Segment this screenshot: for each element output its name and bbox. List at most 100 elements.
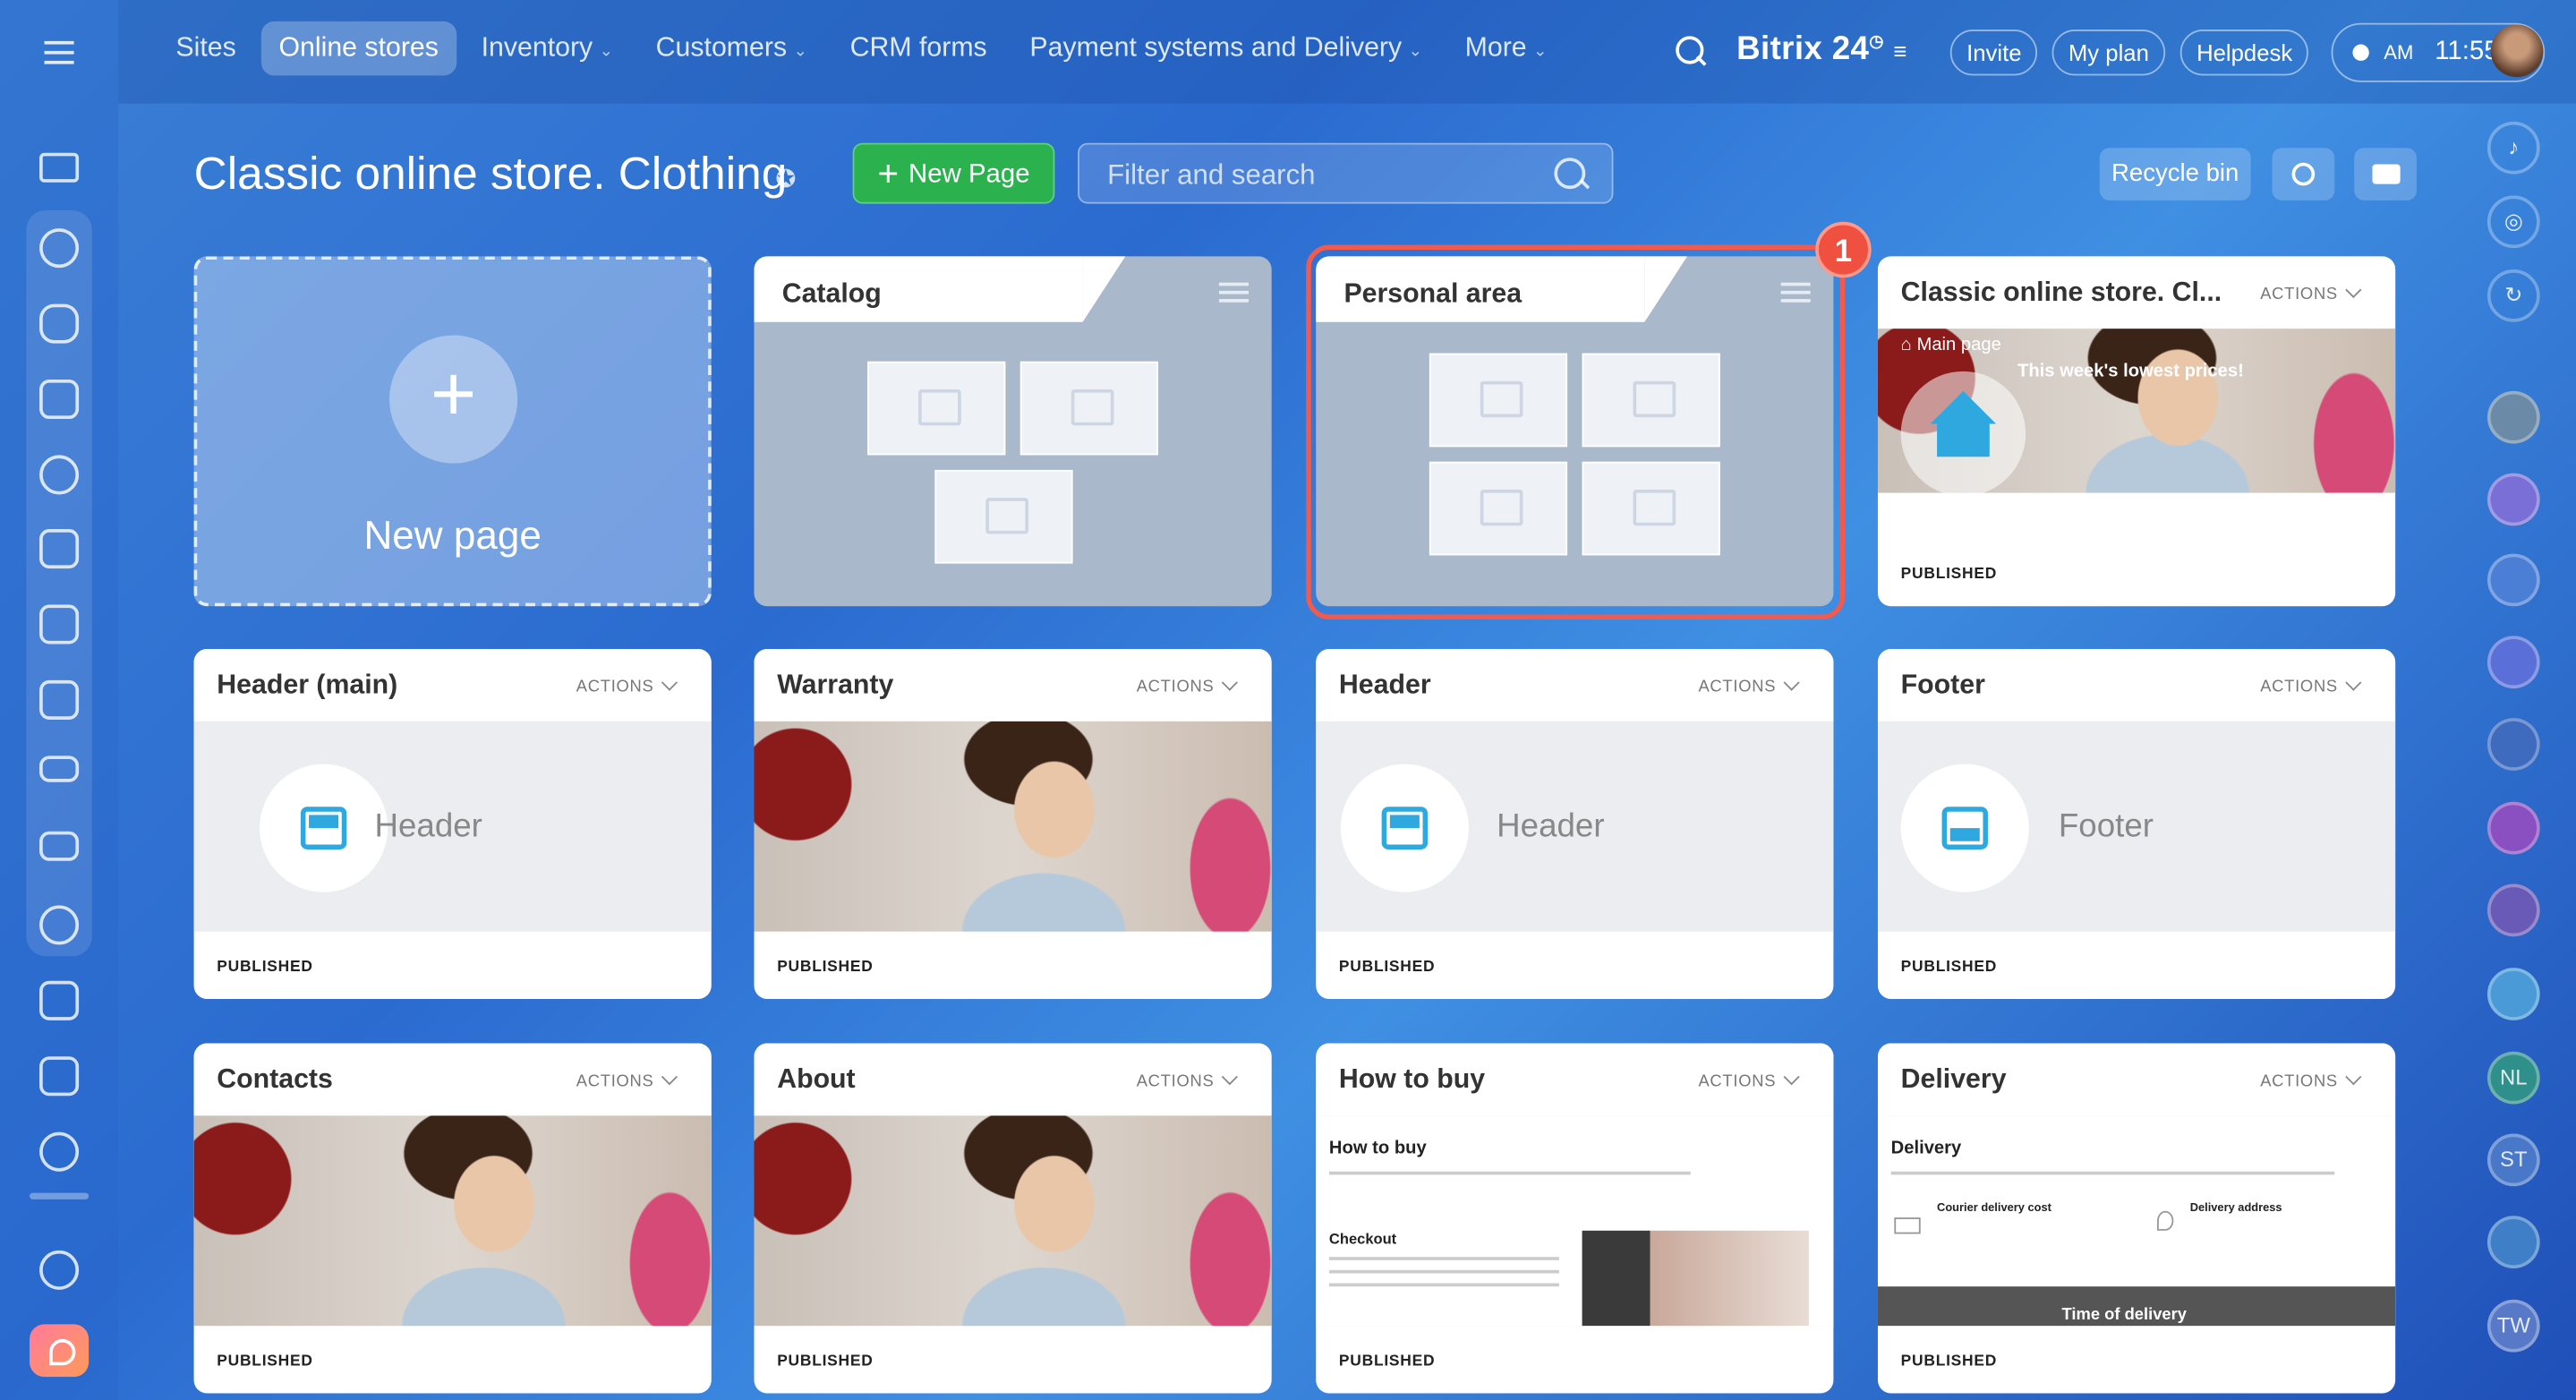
actions-dropdown[interactable]: ACTIONS [1137,677,1236,696]
nav-payment-delivery[interactable]: Payment systems and Delivery ⌄ [1011,21,1440,76]
group-chat-icon[interactable] [2486,553,2540,607]
nav-inventory[interactable]: Inventory ⌄ [463,21,631,76]
doc-subheading: Checkout [1328,1230,1397,1248]
nav-sites[interactable]: Sites [158,21,254,76]
nav-label: Sites [175,32,236,63]
actions-dropdown[interactable]: ACTIONS [576,677,676,696]
folder-catalog[interactable]: Catalog [754,256,1272,607]
page-card-header-main[interactable]: Header (main) ACTIONS Header PUBLISHED [193,649,712,999]
doc-heading: Delivery [1890,1139,1962,1159]
actions-dropdown[interactable]: ACTIONS [576,1071,676,1091]
image-placeholder-icon [934,469,1073,564]
nav-online-stores[interactable]: Online stores [260,21,457,76]
helpdesk-button[interactable]: Helpdesk [2179,30,2309,76]
target-icon[interactable]: ◎ [2486,195,2540,249]
status-label: PUBLISHED [777,958,874,977]
status-label: PUBLISHED [777,1352,874,1370]
preview-photo [754,1115,1272,1327]
filter-icon[interactable] [39,152,80,183]
card-preview: Delivery Courier delivery cost Delivery … [1877,1115,2396,1327]
nav-crm-forms[interactable]: CRM forms [832,21,1005,76]
chevron-down-icon: ⌄ [599,42,613,61]
sidebar-divider [30,1192,90,1199]
network-icon[interactable] [39,228,80,269]
document-icon[interactable] [39,604,80,645]
hexagon-icon[interactable] [39,455,80,495]
placeholder-label: Footer [2058,808,2154,845]
chat-icon[interactable] [39,303,80,344]
page-card-about[interactable]: About ACTIONS PUBLISHED [754,1043,1272,1394]
new-page-card[interactable]: + New page [193,256,712,607]
search-icon[interactable] [1554,158,1586,190]
new-page-label: New Page [908,160,1030,190]
preview-photo [193,1115,712,1327]
rocket-icon[interactable] [30,1324,90,1378]
contact-avatar[interactable] [2486,801,2540,855]
nav-label: Payment systems and Delivery [1029,32,1403,63]
nav-customers[interactable]: Customers ⌄ [637,21,825,76]
home-label: ⌂ Main page [1901,335,2001,354]
work-time-clock[interactable]: 11:55 AM [2331,22,2546,82]
filter-search-input[interactable] [1079,144,1571,206]
calendar-icon[interactable] [39,529,80,569]
group-chat-icon[interactable] [2486,473,2540,526]
chat-bubble-icon[interactable] [2486,968,2540,1020]
mail-icon[interactable] [39,831,80,861]
doc-text-line [1328,1269,1559,1274]
page-card-how-to-buy[interactable]: How to buy ACTIONS How to buy Checkout P… [1316,1043,1834,1394]
user-avatar[interactable] [2490,24,2544,78]
invite-button[interactable]: Invite [1949,30,2038,76]
brand-logo[interactable]: Bitrix 24◷ ≡ [1736,31,1907,69]
store-icon[interactable] [39,1056,80,1097]
initials-avatar[interactable]: ST [2486,1133,2540,1187]
contact-avatar[interactable] [2486,718,2540,771]
schedule-icon[interactable] [39,980,80,1020]
doc-text-line [1890,1171,2335,1175]
card-preview [193,1115,712,1327]
new-page-button[interactable]: + New Page [852,142,1055,204]
nav-more[interactable]: More ⌄ [1446,21,1565,76]
tasks-icon[interactable] [39,380,80,420]
folder-button[interactable] [2354,148,2418,201]
bell-icon[interactable]: ♪ [2486,121,2540,175]
delivery-band-text: Time of delivery [2061,1306,2187,1325]
initials-avatar[interactable]: TW [2486,1299,2540,1353]
settings-icon[interactable] [39,1250,80,1290]
people-icon[interactable] [39,905,80,945]
sliders-icon[interactable]: ≡ [1893,38,1906,64]
card-icon[interactable] [39,755,80,782]
pin-icon[interactable]: ✪ [775,165,796,193]
truck-icon [1894,1217,1921,1234]
status-label: PUBLISHED [1900,958,1998,977]
recycle-bin-button[interactable]: Recycle bin [2099,148,2251,201]
page-card-delivery[interactable]: Delivery ACTIONS Delivery Courier delive… [1877,1043,2396,1394]
actions-dropdown[interactable]: ACTIONS [2260,285,2359,303]
settings-button[interactable] [2272,148,2335,201]
page-card-contacts[interactable]: Contacts ACTIONS PUBLISHED [193,1043,712,1394]
time-ampm: AM [2384,40,2414,64]
initials-avatar[interactable]: NL [2486,1051,2540,1105]
clock-time: 11:55 AM [2384,25,2498,81]
my-plan-button[interactable]: My plan [2051,30,2166,76]
page-card-main[interactable]: Classic online store. Cl... ACTIONS ⌂ Ma… [1877,256,2396,607]
search-icon[interactable] [1673,33,1709,69]
actions-dropdown[interactable]: ACTIONS [1137,1071,1236,1091]
actions-dropdown[interactable]: ACTIONS [2260,1071,2359,1091]
actions-dropdown[interactable]: ACTIONS [1698,1071,1797,1091]
page-card-warranty[interactable]: Warranty ACTIONS PUBLISHED [754,649,1272,999]
group-chat-icon[interactable] [2486,636,2540,689]
doc-preview: Delivery Courier delivery cost Delivery … [1877,1115,2396,1327]
hamburger-icon[interactable] [44,40,74,45]
menu-icon[interactable] [1218,282,1249,286]
actions-dropdown[interactable]: ACTIONS [1698,677,1797,696]
page-card-header[interactable]: Header ACTIONS Header PUBLISHED [1316,649,1834,999]
board-icon[interactable] [39,679,80,720]
target-icon[interactable] [39,1131,80,1172]
contact-avatar[interactable] [2486,390,2540,444]
notes-icon[interactable] [2486,1216,2540,1269]
page-card-footer[interactable]: Footer ACTIONS Footer PUBLISHED [1877,649,2396,999]
step-badge: 1 [1815,221,1872,278]
refresh-chat-icon[interactable]: ↻ [2486,269,2540,322]
actions-dropdown[interactable]: ACTIONS [2260,677,2359,696]
contact-avatar[interactable] [2486,884,2540,937]
